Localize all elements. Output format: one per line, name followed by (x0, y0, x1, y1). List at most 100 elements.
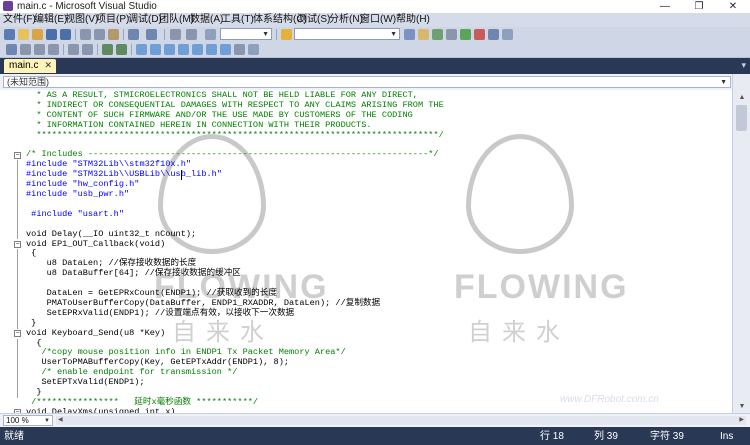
next-bookmark-icon[interactable] (164, 44, 175, 55)
increase-indent-icon[interactable] (82, 44, 93, 55)
menu-analyze[interactable]: 分析(N) (329, 13, 363, 27)
minimize-button[interactable]: — (648, 0, 682, 13)
code-line: void EP1_OUT_Callback(void) (26, 238, 166, 249)
toolbar-separator (97, 44, 98, 55)
scroll-down-icon[interactable]: ▼ (733, 401, 750, 413)
quick-info-icon[interactable] (34, 44, 45, 55)
scroll-up-icon[interactable]: ▲ (733, 92, 750, 104)
code-line: #include "usb_pwr.h" (26, 189, 130, 199)
previous-bookmark-icon[interactable] (150, 44, 161, 55)
text-editor-toolbar (0, 42, 750, 58)
new-project-icon[interactable] (4, 29, 15, 40)
uncomment-lines-icon[interactable] (116, 44, 127, 55)
watermark-cn: 自来水 (468, 319, 570, 346)
toolbar-separator (276, 29, 277, 40)
code-line: void Delay(__IO uint32_t nCount); (26, 228, 197, 239)
zoom-value: 100 % (6, 416, 29, 425)
document-tab-strip: main.c ✕ ▾ (0, 58, 750, 73)
open-file-icon[interactable] (32, 29, 43, 40)
paste-icon[interactable] (108, 29, 119, 40)
status-column: 列 39 (594, 431, 618, 442)
menu-file[interactable]: 文件(F) (3, 13, 36, 27)
extension-manager-icon[interactable] (488, 29, 499, 40)
menu-project[interactable]: 项目(P) (96, 13, 129, 27)
next-bookmark-in-document-icon[interactable] (220, 44, 231, 55)
watermark-brand: FLOWING (454, 268, 629, 306)
previous-bookmark-in-folder-icon[interactable] (178, 44, 189, 55)
status-insert-mode: Ins (720, 431, 734, 442)
find-icon[interactable] (404, 29, 415, 40)
chevron-down-icon: ▼ (262, 31, 269, 38)
scroll-left-icon[interactable]: ◀ (58, 416, 63, 425)
code-editor[interactable]: FLOWING 自来水 FLOWING 自来水 www.DFRobot.com.… (0, 90, 732, 413)
start-debugging-icon[interactable] (205, 29, 216, 40)
menu-debug[interactable]: 调试(D) (128, 13, 162, 27)
menu-data[interactable]: 数据(A) (190, 13, 223, 27)
cut-icon[interactable] (80, 29, 91, 40)
collapse-icon[interactable]: − (14, 241, 21, 248)
properties-icon[interactable] (432, 29, 443, 40)
tab-dropdown-icon[interactable]: ▾ (741, 60, 746, 70)
toolbar-separator (164, 29, 165, 40)
navigate-forward-icon[interactable] (186, 29, 197, 40)
parameter-info-icon[interactable] (20, 44, 31, 55)
save-all-icon[interactable] (60, 29, 71, 40)
menu-view[interactable]: 视图(V) (65, 13, 98, 27)
complete-word-icon[interactable] (48, 44, 59, 55)
collapse-icon[interactable]: − (14, 151, 21, 159)
save-icon[interactable] (46, 29, 57, 40)
chevron-down-icon: ▼ (720, 79, 727, 86)
watermark-url: www.DFRobot.com.cn (560, 394, 659, 405)
title-bar: main.c - Microsoft Visual Studio — ❐ ✕ (0, 0, 750, 13)
toolbar-separator (63, 44, 64, 55)
member-list-icon[interactable] (6, 44, 17, 55)
redo-icon[interactable] (146, 29, 157, 40)
menu-bar: 文件(F) 编辑(E) 视图(V) 项目(P) 调试(D) 团队(M) 数据(A… (0, 13, 750, 27)
status-bar: 就绪 行 18 列 39 字符 39 Ins (0, 427, 750, 445)
menu-test[interactable]: 测试(S) (297, 13, 330, 27)
clear-bookmarks-icon[interactable] (234, 44, 245, 55)
menu-team[interactable]: 团队(M) (159, 13, 194, 27)
close-button[interactable]: ✕ (716, 0, 750, 13)
watermark-logo-drop (466, 134, 574, 254)
horizontal-scrollbar[interactable]: ◀ ▶ (56, 416, 746, 425)
restore-button[interactable]: ❐ (682, 0, 716, 13)
undo-icon[interactable] (128, 29, 139, 40)
vertical-scrollbar[interactable]: ▲ ▼ (732, 74, 750, 413)
object-browser-icon[interactable] (446, 29, 457, 40)
window-title: main.c - Microsoft Visual Studio (17, 1, 157, 12)
scope-value: (未知范围) (7, 77, 49, 87)
toolbar-separator (75, 29, 76, 40)
fold-guide (17, 160, 18, 240)
menu-help[interactable]: 帮助(H) (396, 13, 430, 27)
copy-icon[interactable] (94, 29, 105, 40)
decrease-indent-icon[interactable] (68, 44, 79, 55)
toggle-bookmark-icon[interactable] (136, 44, 147, 55)
tab-main-c[interactable]: main.c ✕ (4, 59, 56, 73)
code-line: SetEPRxValid(ENDP1); //设置端点有效，以接收下一次数据 (26, 307, 295, 318)
scrollbar-thumb[interactable] (736, 105, 747, 131)
menu-tools[interactable]: 工具(T) (221, 13, 254, 27)
next-bookmark-in-folder-icon[interactable] (192, 44, 203, 55)
menu-edit[interactable]: 编辑(E) (34, 13, 67, 27)
standard-toolbar: ▼ ▼ (0, 27, 750, 43)
scope-select[interactable]: (未知范围) ▼ (3, 76, 731, 88)
start-page-icon[interactable] (474, 29, 485, 40)
close-icon[interactable]: ✕ (44, 59, 52, 72)
toolbar-options-icon[interactable] (248, 44, 259, 55)
comment-lines-icon[interactable] (102, 44, 113, 55)
zoom-select[interactable]: 100 % ▼ (3, 415, 53, 426)
scroll-right-icon[interactable]: ▶ (739, 416, 744, 425)
collapse-icon[interactable]: − (14, 330, 21, 338)
previous-bookmark-in-document-icon[interactable] (206, 44, 217, 55)
find-combo[interactable]: ▼ (294, 28, 400, 40)
menu-window[interactable]: 窗口(W) (360, 13, 396, 27)
solution-explorer-icon[interactable] (418, 29, 429, 40)
text-caret (181, 170, 182, 181)
toolbox-icon[interactable] (460, 29, 471, 40)
navigate-back-icon[interactable] (170, 29, 181, 40)
solution-configuration-select[interactable]: ▼ (220, 28, 272, 40)
find-in-files-icon[interactable] (281, 29, 292, 40)
toolbar-options-icon[interactable] (502, 29, 513, 40)
add-item-icon[interactable] (18, 29, 29, 40)
